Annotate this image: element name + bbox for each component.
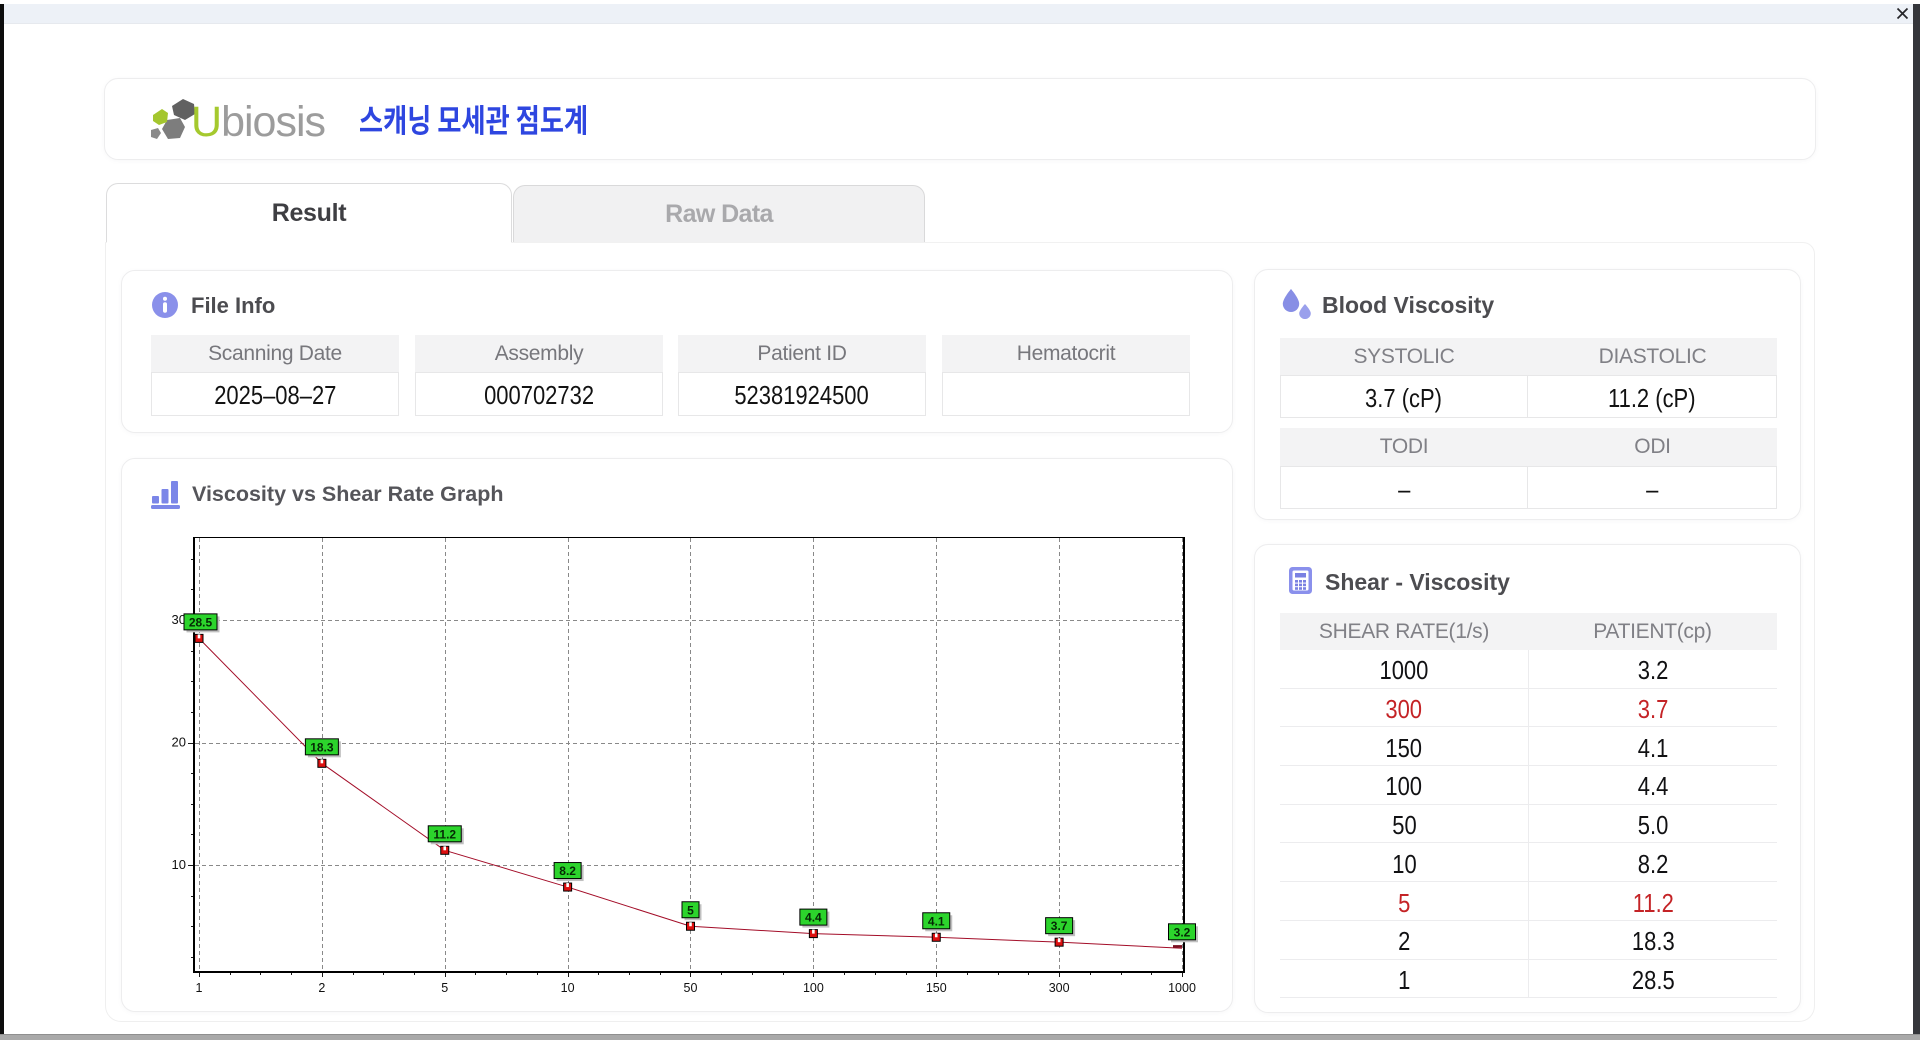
svg-text:10: 10	[172, 857, 186, 872]
svg-text:3.7: 3.7	[1051, 919, 1068, 933]
svg-text:1000: 1000	[1168, 981, 1196, 995]
svg-text:150: 150	[926, 981, 947, 995]
svg-text:8.2: 8.2	[559, 864, 576, 878]
svg-text:300: 300	[1049, 981, 1070, 995]
svg-text:1: 1	[196, 981, 203, 995]
svg-text:4.4: 4.4	[805, 911, 822, 925]
svg-text:5: 5	[441, 981, 448, 995]
svg-text:18.3: 18.3	[310, 740, 334, 754]
svg-text:4.1: 4.1	[928, 914, 945, 928]
svg-text:5: 5	[687, 903, 694, 917]
svg-text:28.5: 28.5	[189, 615, 213, 629]
svg-text:50: 50	[684, 981, 698, 995]
svg-text:20: 20	[172, 735, 186, 750]
svg-text:3.2: 3.2	[1174, 925, 1191, 939]
svg-text:10: 10	[561, 981, 575, 995]
svg-text:11.2: 11.2	[433, 827, 456, 841]
svg-text:2: 2	[318, 981, 325, 995]
svg-text:100: 100	[803, 981, 824, 995]
